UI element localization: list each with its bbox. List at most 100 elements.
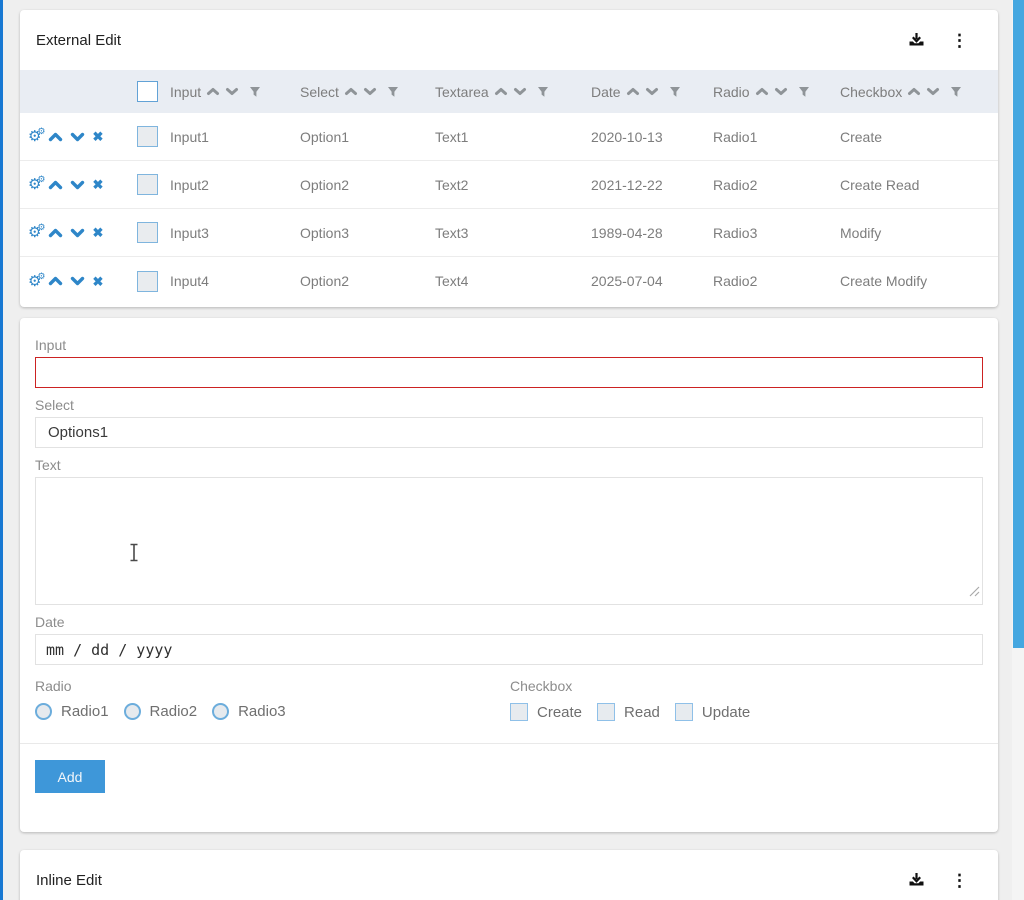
- sort-asc-icon[interactable]: [907, 87, 921, 96]
- cell-select: Option3: [300, 225, 435, 241]
- radio-option-radio3[interactable]: [212, 703, 229, 720]
- row-move-up-icon[interactable]: [48, 276, 63, 286]
- column-header-label: Select: [300, 84, 339, 100]
- checkbox-option-label: Update: [702, 704, 750, 721]
- sort-asc-icon[interactable]: [344, 87, 358, 96]
- date-field[interactable]: mm / dd / yyyy: [35, 634, 983, 665]
- card-title: External Edit: [36, 32, 908, 49]
- date-field-placeholder: mm / dd / yyyy: [46, 641, 172, 659]
- download-icon[interactable]: [908, 32, 925, 48]
- sort-asc-icon[interactable]: [494, 87, 508, 96]
- sort-asc-icon[interactable]: [206, 87, 220, 96]
- row-delete-icon[interactable]: ✖: [92, 275, 103, 288]
- row-settings-icon[interactable]: ⚙⚙: [28, 129, 41, 144]
- row-settings-icon[interactable]: ⚙⚙: [28, 177, 41, 192]
- sort-desc-icon[interactable]: [363, 87, 377, 96]
- row-move-down-icon[interactable]: [70, 180, 85, 190]
- filter-icon[interactable]: [387, 86, 399, 98]
- cell-input: Input3: [170, 225, 300, 241]
- checkbox-group-label: Checkbox: [510, 678, 983, 694]
- data-table: Input Select Textarea Date: [20, 70, 998, 305]
- cell-select: Option2: [300, 273, 435, 289]
- cell-input: Input1: [170, 129, 300, 145]
- filter-icon[interactable]: [798, 86, 810, 98]
- cell-input: Input4: [170, 273, 300, 289]
- column-header-label: Date: [591, 84, 621, 100]
- checkbox-option-label: Read: [624, 704, 660, 721]
- table-header-row: Input Select Textarea Date: [20, 70, 998, 113]
- external-edit-card: External Edit ⋮ Input Select: [20, 10, 998, 307]
- input-field-label: Input: [35, 337, 983, 353]
- inline-edit-card: Inline Edit ⋮: [20, 850, 998, 900]
- scrollbar-thumb[interactable]: [1013, 0, 1024, 648]
- sort-desc-icon[interactable]: [645, 87, 659, 96]
- textarea-field[interactable]: [35, 477, 983, 605]
- checkbox-option-label: Create: [537, 704, 582, 721]
- column-header-label: Input: [170, 84, 201, 100]
- cell-date: 2021-12-22: [591, 177, 713, 193]
- select-field[interactable]: Options1: [35, 417, 983, 448]
- sort-asc-icon[interactable]: [626, 87, 640, 96]
- cell-checkbox: Create Read: [840, 177, 998, 193]
- filter-icon[interactable]: [537, 86, 549, 98]
- row-checkbox[interactable]: [137, 174, 158, 195]
- radio-option-label: Radio2: [150, 703, 198, 720]
- page-scrollbar[interactable]: [1012, 0, 1024, 900]
- date-field-label: Date: [35, 614, 983, 630]
- row-move-up-icon[interactable]: [48, 180, 63, 190]
- row-delete-icon[interactable]: ✖: [92, 226, 103, 239]
- cell-checkbox: Create Modify: [840, 273, 998, 289]
- checkbox-option-create[interactable]: [510, 703, 528, 721]
- radio-group: Radio Radio1 Radio2 Radio3: [35, 669, 510, 721]
- filter-icon[interactable]: [669, 86, 681, 98]
- cell-radio: Radio1: [713, 129, 840, 145]
- row-settings-icon[interactable]: ⚙⚙: [28, 225, 41, 240]
- row-checkbox[interactable]: [137, 222, 158, 243]
- row-move-down-icon[interactable]: [70, 132, 85, 142]
- inline-edit-header: Inline Edit ⋮: [20, 850, 998, 900]
- sort-asc-icon[interactable]: [755, 87, 769, 96]
- row-settings-icon[interactable]: ⚙⚙: [28, 274, 41, 289]
- row-move-down-icon[interactable]: [70, 228, 85, 238]
- cell-textarea: Text2: [435, 177, 591, 193]
- checkbox-group: Checkbox Create Read Update: [510, 669, 983, 721]
- column-header-label: Checkbox: [840, 84, 902, 100]
- kebab-menu-icon[interactable]: ⋮: [951, 872, 968, 889]
- cell-date: 1989-04-28: [591, 225, 713, 241]
- row-delete-icon[interactable]: ✖: [92, 130, 103, 143]
- cell-textarea: Text4: [435, 273, 591, 289]
- cell-textarea: Text1: [435, 129, 591, 145]
- filter-icon[interactable]: [950, 86, 962, 98]
- card-title: Inline Edit: [36, 872, 908, 889]
- column-header-label: Radio: [713, 84, 750, 100]
- input-field[interactable]: [35, 357, 983, 388]
- radio-option-label: Radio3: [238, 703, 286, 720]
- column-header-label: Textarea: [435, 84, 489, 100]
- textarea-resize-handle[interactable]: [969, 584, 980, 602]
- sort-desc-icon[interactable]: [513, 87, 527, 96]
- add-form-card: Input Select Options1 Text Date mm / dd …: [20, 318, 998, 832]
- row-move-up-icon[interactable]: [48, 228, 63, 238]
- sort-desc-icon[interactable]: [774, 87, 788, 96]
- cell-radio: Radio2: [713, 177, 840, 193]
- row-checkbox[interactable]: [137, 126, 158, 147]
- row-delete-icon[interactable]: ✖: [92, 178, 103, 191]
- checkbox-option-read[interactable]: [597, 703, 615, 721]
- radio-option-radio1[interactable]: [35, 703, 52, 720]
- cell-textarea: Text3: [435, 225, 591, 241]
- cell-checkbox: Modify: [840, 225, 998, 241]
- row-checkbox[interactable]: [137, 271, 158, 292]
- add-button[interactable]: Add: [35, 760, 105, 793]
- filter-icon[interactable]: [249, 86, 261, 98]
- table-row: ⚙⚙ ✖ Input4 Option2 Text4 2025-07-04 Rad…: [20, 257, 998, 305]
- select-all-checkbox[interactable]: [137, 81, 158, 102]
- kebab-menu-icon[interactable]: ⋮: [951, 32, 968, 49]
- radio-option-radio2[interactable]: [124, 703, 141, 720]
- row-move-down-icon[interactable]: [70, 276, 85, 286]
- text-field-label: Text: [35, 457, 983, 473]
- sort-desc-icon[interactable]: [926, 87, 940, 96]
- download-icon[interactable]: [908, 872, 925, 888]
- sort-desc-icon[interactable]: [225, 87, 239, 96]
- row-move-up-icon[interactable]: [48, 132, 63, 142]
- checkbox-option-update[interactable]: [675, 703, 693, 721]
